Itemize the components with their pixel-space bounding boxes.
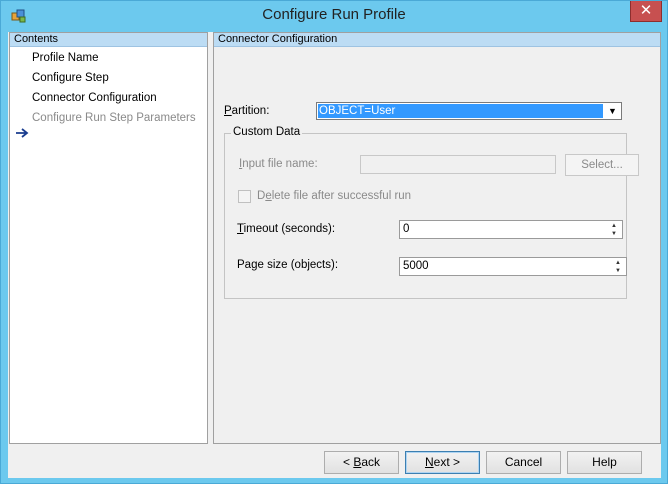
nav-item-profile-name[interactable]: Profile Name — [32, 52, 98, 64]
input-file-name-field — [360, 155, 556, 174]
connector-configuration-pane: Connector Configuration Partition: OBJEC… — [213, 32, 661, 444]
timeout-field[interactable]: 0 ▲ ▼ — [399, 220, 623, 239]
dialog-window: Configure Run Profile ✕ Contents Profile… — [0, 0, 668, 484]
window-title: Configure Run Profile — [262, 6, 406, 23]
partition-label: Partition: — [224, 105, 270, 117]
next-button[interactable]: Next > — [405, 451, 480, 474]
chevron-down-icon[interactable]: ▼ — [605, 104, 620, 118]
nav-item-configure-run-step-parameters: Configure Run Step Parameters — [32, 112, 196, 124]
back-button[interactable]: < Back — [324, 451, 399, 474]
page-size-value: 5000 — [403, 260, 429, 272]
timeout-label: Timeout (seconds): — [237, 223, 336, 235]
timeout-spinner[interactable]: ▲ ▼ — [607, 222, 621, 237]
page-size-field[interactable]: 5000 ▲ ▼ — [399, 257, 627, 276]
select-file-button: Select... — [565, 154, 639, 176]
dialog-client-area: Contents Profile Name Configure Step Con… — [8, 32, 661, 478]
spin-up-icon: ▲ — [615, 260, 621, 266]
timeout-value: 0 — [403, 223, 410, 235]
contents-pane: Contents Profile Name Configure Step Con… — [9, 32, 208, 444]
connector-configuration-header: Connector Configuration — [214, 33, 660, 47]
close-button[interactable]: ✕ — [630, 1, 662, 22]
help-button[interactable]: Help — [567, 451, 642, 474]
partition-dropdown[interactable]: OBJECT=User ▼ — [316, 102, 622, 120]
custom-data-group: Custom Data Input file name: Select... D… — [224, 126, 639, 299]
close-icon: ✕ — [639, 2, 653, 19]
delete-file-checkbox — [238, 190, 251, 203]
input-file-name-label: Input file name: — [239, 158, 318, 170]
page-size-label: Page size (objects): — [237, 259, 339, 271]
nav-item-configure-step[interactable]: Configure Step — [32, 72, 109, 84]
spin-down-icon: ▼ — [615, 268, 621, 274]
cancel-button[interactable]: Cancel — [486, 451, 561, 474]
contents-header: Contents — [10, 33, 207, 47]
delete-file-label: Delete file after successful run — [257, 190, 412, 202]
custom-data-title: Custom Data — [231, 126, 303, 138]
page-size-spinner[interactable]: ▲ ▼ — [611, 259, 625, 274]
title-bar[interactable]: Configure Run Profile ✕ — [1, 1, 667, 32]
spin-up-icon: ▲ — [611, 223, 617, 229]
arrow-right-icon — [16, 128, 29, 138]
spin-down-icon: ▼ — [611, 231, 617, 237]
nav-item-connector-configuration[interactable]: Connector Configuration — [32, 92, 157, 104]
partition-selected-value: OBJECT=User — [318, 104, 603, 118]
